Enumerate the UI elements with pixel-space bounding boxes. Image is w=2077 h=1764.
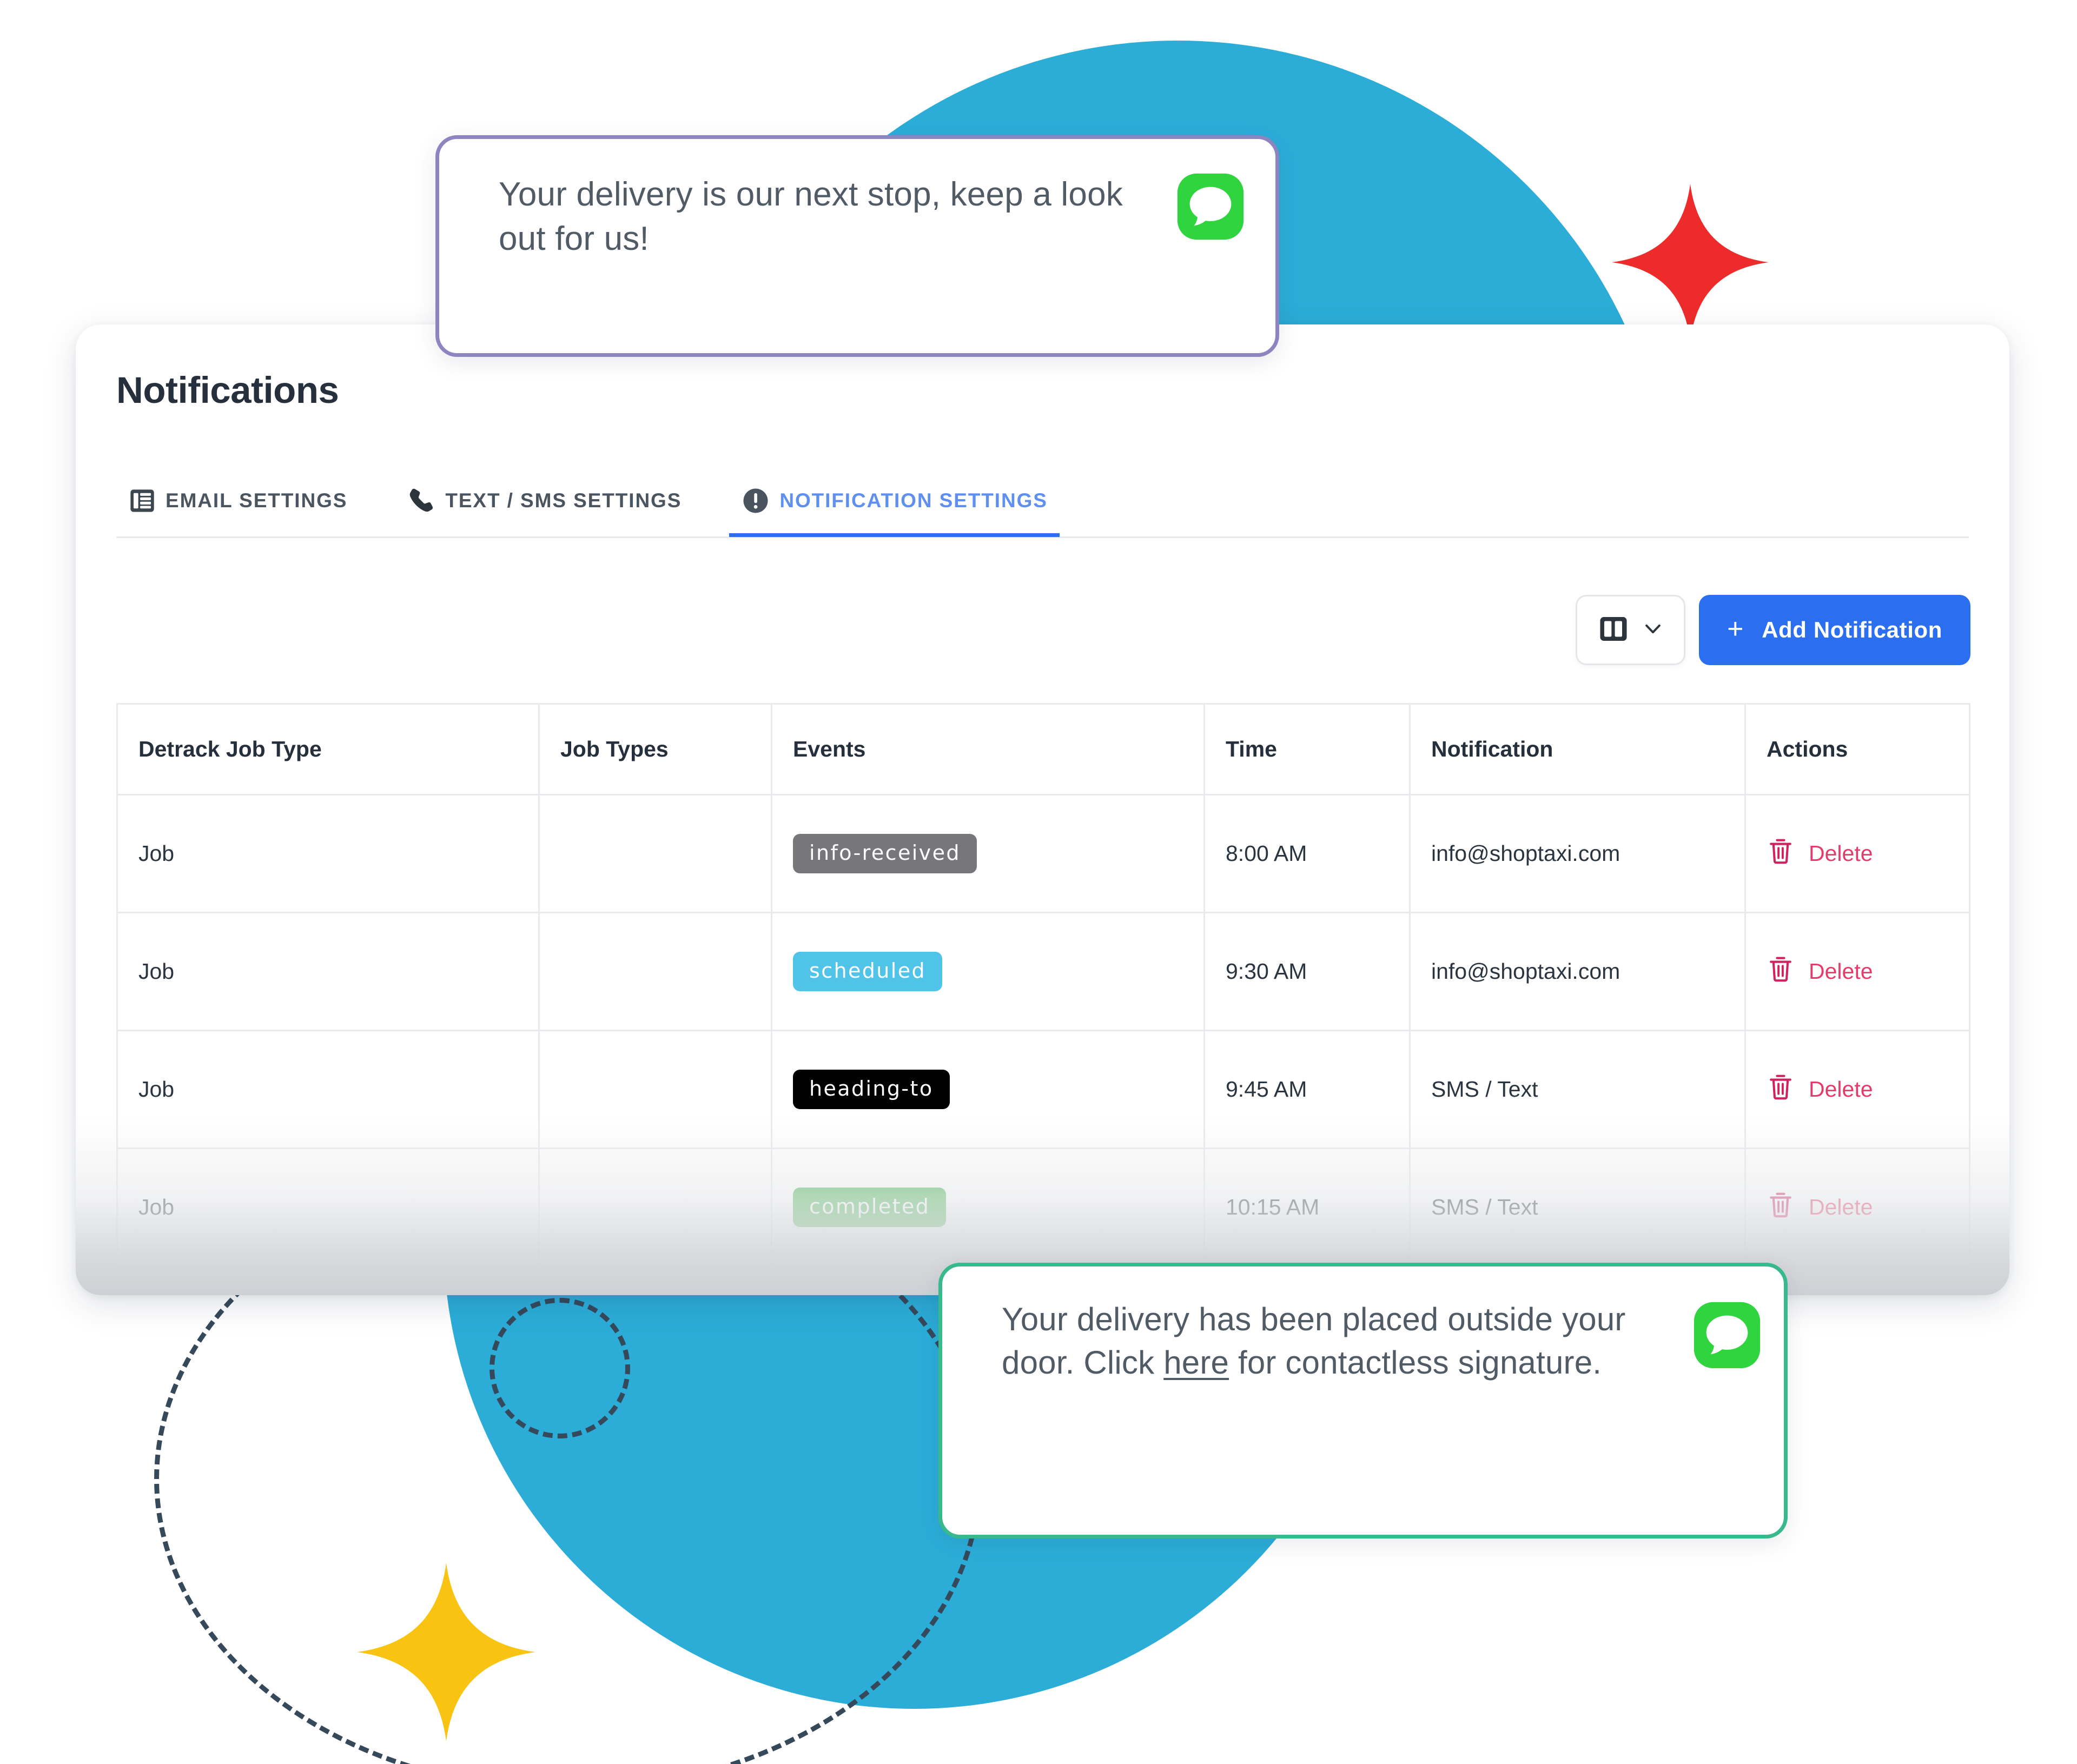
tab-notification-settings-label: NOTIFICATION SETTINGS xyxy=(779,489,1048,512)
column-select-button[interactable] xyxy=(1576,595,1686,665)
table-row: Job scheduled 9:30 AM info@shoptaxi.com Dele… xyxy=(116,912,1970,1031)
add-notification-label: Add Notification xyxy=(1762,617,1942,642)
settings-tab-bar: EMAIL SETTINGS TEXT / SMS SETTINGS NOTIF… xyxy=(116,468,1969,538)
cell-time: 10:15 AM xyxy=(1203,1148,1411,1267)
tab-text-sms-settings[interactable]: TEXT / SMS SETTINGS xyxy=(395,468,693,537)
delete-button[interactable]: Delete xyxy=(1767,955,1948,989)
cell-actions: Delete xyxy=(1744,912,1970,1031)
cell-events: scheduled xyxy=(771,912,1205,1031)
delete-label: Delete xyxy=(1809,841,1873,866)
cell-time: 8:00 AM xyxy=(1203,794,1411,913)
table-body: Job info-received 8:00 AM info@shoptaxi.com… xyxy=(116,794,1970,1267)
delete-label: Delete xyxy=(1809,1195,1873,1219)
red-sparkle-icon xyxy=(1612,184,1769,341)
cell-actions: Delete xyxy=(1744,794,1970,913)
column-header-events: Events xyxy=(771,703,1205,795)
cell-events: heading-to xyxy=(771,1030,1205,1149)
dashed-circle-small-decoration xyxy=(490,1298,630,1438)
cell-detrack-job-type: Job xyxy=(116,1148,540,1267)
trash-icon xyxy=(1767,837,1795,871)
columns-icon xyxy=(1597,612,1630,648)
event-badge: info-received xyxy=(793,834,977,873)
exclamation-circle-icon xyxy=(741,486,770,515)
column-header-actions: Actions xyxy=(1744,703,1970,795)
tab-text-sms-settings-label: TEXT / SMS SETTINGS xyxy=(445,489,682,512)
page-root: Notifications EMAIL SETTINGS TEXT / SMS … xyxy=(0,0,2077,1764)
bubble-bottom-text-after: for contactless signature. xyxy=(1229,1344,1602,1381)
cell-job-types xyxy=(538,794,772,913)
delete-button[interactable]: Delete xyxy=(1767,837,1948,871)
table-header: Detrack Job Type Job Types Events Time N… xyxy=(116,703,1970,795)
table-toolbar: + Add Notification xyxy=(1576,595,1970,665)
cell-notification: SMS / Text xyxy=(1409,1030,1746,1149)
bubble-top-text: Your delivery is our next stop, keep a l… xyxy=(499,176,1123,258)
trash-icon xyxy=(1767,955,1795,989)
notifications-table: Detrack Job Type Job Types Events Time N… xyxy=(116,703,1970,1267)
cell-detrack-job-type: Job xyxy=(116,1030,540,1149)
chevron-down-icon xyxy=(1641,617,1665,644)
event-badge: scheduled xyxy=(793,952,943,991)
column-header-job-types: Job Types xyxy=(538,703,772,795)
cell-time: 9:30 AM xyxy=(1203,912,1411,1031)
cell-detrack-job-type: Job xyxy=(116,912,540,1031)
cell-notification: info@shoptaxi.com xyxy=(1409,794,1746,913)
imessage-icon xyxy=(1175,171,1246,244)
trash-icon xyxy=(1767,1073,1795,1106)
bubble-bottom-here-link[interactable]: here xyxy=(1163,1344,1229,1381)
cell-job-types xyxy=(538,1148,772,1267)
cell-notification: SMS / Text xyxy=(1409,1148,1746,1267)
column-header-notification: Notification xyxy=(1409,703,1746,795)
phone-icon xyxy=(407,486,436,515)
imessage-icon xyxy=(1692,1300,1762,1373)
tab-notification-settings[interactable]: NOTIFICATION SETTINGS xyxy=(729,468,1060,537)
tab-email-settings-label: EMAIL SETTINGS xyxy=(166,489,348,512)
plus-icon: + xyxy=(1727,613,1744,645)
cell-job-types xyxy=(538,1030,772,1149)
delete-label: Delete xyxy=(1809,1077,1873,1102)
delete-button[interactable]: Delete xyxy=(1767,1191,1948,1224)
add-notification-button[interactable]: + Add Notification xyxy=(1699,595,1970,665)
cell-job-types xyxy=(538,912,772,1031)
table-row: Job heading-to 9:45 AM SMS / Text Delete xyxy=(116,1030,1970,1149)
cell-notification: info@shoptaxi.com xyxy=(1409,912,1746,1031)
page-title: Notifications xyxy=(116,369,339,411)
cell-time: 9:45 AM xyxy=(1203,1030,1411,1149)
cell-actions: Delete xyxy=(1744,1148,1970,1267)
notifications-card: Notifications EMAIL SETTINGS TEXT / SMS … xyxy=(76,324,2009,1295)
cell-events: completed xyxy=(771,1148,1205,1267)
delete-button[interactable]: Delete xyxy=(1767,1073,1948,1106)
cell-events: info-received xyxy=(771,794,1205,913)
trash-icon xyxy=(1767,1191,1795,1224)
cell-detrack-job-type: Job xyxy=(116,794,540,913)
tab-email-settings[interactable]: EMAIL SETTINGS xyxy=(116,468,359,537)
table-row: Job completed 10:15 AM SMS / Text Delete xyxy=(116,1148,1970,1267)
sms-preview-bubble-bottom: Your delivery has been placed outside yo… xyxy=(938,1263,1788,1538)
table-header-row: Detrack Job Type Job Types Events Time N… xyxy=(116,703,1970,795)
list-table-icon xyxy=(128,487,156,515)
delete-label: Delete xyxy=(1809,959,1873,984)
event-badge: heading-to xyxy=(793,1070,950,1109)
yellow-sparkle-icon xyxy=(357,1563,535,1741)
event-badge: completed xyxy=(793,1188,947,1227)
table-row: Job info-received 8:00 AM info@shoptaxi.com… xyxy=(116,794,1970,913)
bubble-bottom-text: Your delivery has been placed outside yo… xyxy=(1002,1298,1676,1384)
column-header-detrack-job-type: Detrack Job Type xyxy=(116,703,540,795)
cell-actions: Delete xyxy=(1744,1030,1970,1149)
sms-preview-bubble-top: Your delivery is our next stop, keep a l… xyxy=(435,135,1279,357)
column-header-time: Time xyxy=(1203,703,1411,795)
